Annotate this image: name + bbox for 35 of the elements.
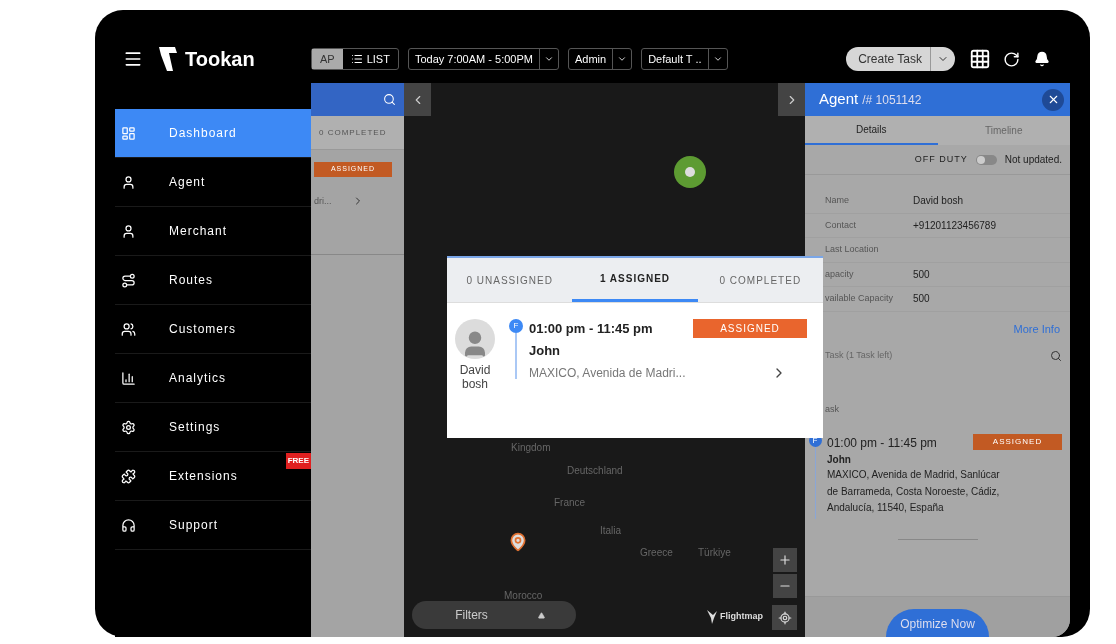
task-marker: F	[509, 319, 523, 333]
task-address: MAXICO, Avenida de Madri...	[529, 365, 686, 382]
map-brand: Flightmap	[720, 610, 763, 624]
field-label: vailable Capacity	[825, 292, 895, 305]
agent-id: /# 1051142	[862, 91, 922, 109]
agent-name: David bosh	[458, 363, 492, 391]
map-label: Italia	[600, 524, 622, 538]
status-badge: ASSIGNED	[693, 319, 807, 338]
duty-label: OFF DUTY	[914, 152, 968, 166]
status-badge: ASSIGNED	[973, 434, 1062, 450]
field-label: apacity	[825, 267, 855, 281]
map-label: Deutschland	[567, 464, 623, 478]
task-address: dri...	[314, 194, 332, 208]
task-address: MAXICO, Avenida de Madrid, Sanlúcar de Barrameda, Costa Noroeste, Cádiz, Andalucía, 11540, España	[827, 468, 1001, 515]
map-label: Kingdom	[511, 441, 551, 455]
field-label: Contact	[825, 218, 858, 232]
map-label: Türkiye	[698, 546, 731, 560]
field-value: +91201123456789	[913, 218, 996, 233]
free-ribbon: FREE	[285, 453, 311, 469]
section-label: ask	[824, 402, 840, 416]
task-time: 01:00 pm - 11:45 pm	[529, 320, 653, 338]
duty-status: Not updated.	[1004, 153, 1062, 167]
customer-name: John	[529, 341, 562, 360]
field-value: 500	[913, 267, 930, 282]
map-label: Morocco	[504, 589, 543, 603]
customer-name: John	[827, 453, 852, 467]
brand-name: Tookan	[185, 47, 255, 72]
field-value: David bosh	[913, 194, 964, 209]
task-time: 01:00 pm - 11:45 pm	[827, 435, 937, 452]
field-value: 500	[913, 292, 930, 307]
field-label: Last Location	[825, 243, 880, 256]
agent-title: Agent	[819, 89, 859, 110]
map-label: France	[554, 496, 586, 510]
field-label: Name	[825, 194, 850, 207]
map-label: Greece	[640, 546, 673, 560]
